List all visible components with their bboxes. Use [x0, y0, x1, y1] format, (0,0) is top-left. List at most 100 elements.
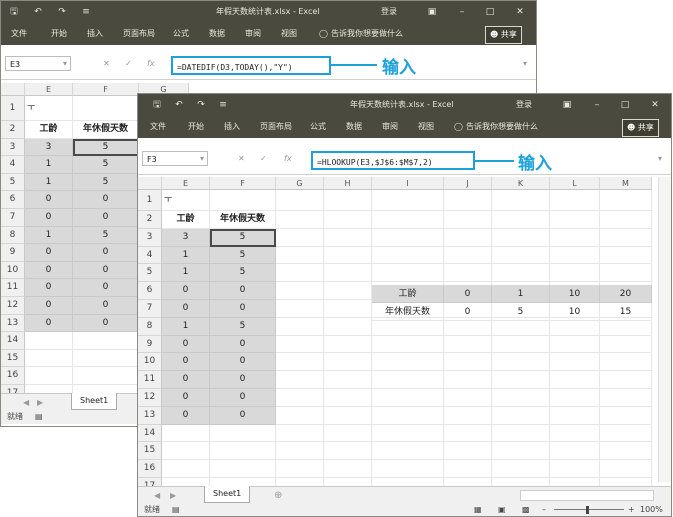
insert-function-icon[interactable]: fx — [284, 151, 292, 166]
empty-cell[interactable] — [492, 246, 550, 265]
column-header[interactable]: F — [210, 177, 276, 190]
empty-cell[interactable] — [324, 211, 372, 229]
seniority-cell[interactable]: 0 — [162, 389, 210, 407]
empty-cell[interactable] — [324, 389, 372, 407]
row-header[interactable]: 8 — [138, 317, 162, 336]
column-header[interactable]: G — [276, 177, 324, 190]
seniority-cell[interactable]: 0 — [25, 297, 73, 315]
empty-cell[interactable] — [550, 190, 600, 211]
empty-cell[interactable] — [600, 424, 652, 443]
lookup-row6-value[interactable]: 0 — [444, 285, 492, 303]
leave-days-cell[interactable]: 0 — [73, 279, 139, 297]
formula-input[interactable]: =DATEDIF(D3,TODAY(),"Y") — [171, 56, 331, 75]
tab-insert[interactable]: 插入 — [224, 116, 240, 138]
header-cell-leave-days[interactable]: 年休假天数 — [210, 211, 276, 229]
seniority-cell[interactable]: 3 — [162, 228, 210, 247]
seniority-cell[interactable]: 0 — [25, 244, 73, 262]
row-header[interactable]: 6 — [138, 282, 162, 300]
empty-cell[interactable] — [324, 282, 372, 300]
empty-cell[interactable] — [600, 264, 652, 283]
minimize-icon[interactable]: – — [451, 1, 473, 23]
maximize-icon[interactable]: □ — [479, 1, 501, 23]
lookup-row7-label[interactable]: 年休假天数 — [372, 303, 444, 321]
select-all-corner[interactable] — [1, 83, 25, 96]
seniority-cell[interactable]: 0 — [162, 353, 210, 372]
row-header[interactable]: 1 — [138, 190, 162, 211]
empty-cell[interactable] — [372, 406, 444, 425]
empty-cell[interactable] — [276, 246, 324, 265]
empty-cell[interactable] — [25, 367, 73, 385]
leave-days-cell[interactable]: 0 — [210, 353, 276, 372]
tab-formulas[interactable]: 公式 — [310, 116, 326, 138]
empty-cell[interactable] — [324, 353, 372, 372]
seniority-cell[interactable]: 0 — [162, 282, 210, 300]
empty-cell[interactable] — [372, 335, 444, 354]
empty-cell[interactable] — [492, 389, 550, 407]
leave-days-cell[interactable]: 0 — [210, 282, 276, 300]
page-layout-view-icon[interactable]: ▣ — [498, 503, 506, 516]
redo-icon[interactable]: ↷ — [51, 1, 73, 23]
tab-data[interactable]: 数据 — [346, 116, 362, 138]
leave-days-cell[interactable]: 5 — [73, 138, 139, 157]
save-icon[interactable]: 🖫 — [3, 1, 25, 23]
empty-cell[interactable] — [550, 211, 600, 229]
row-header[interactable]: 5 — [1, 173, 25, 192]
empty-cell[interactable] — [600, 246, 652, 265]
empty-cell[interactable] — [372, 190, 444, 211]
empty-cell[interactable] — [162, 460, 210, 478]
leave-days-cell[interactable]: 5 — [210, 246, 276, 265]
empty-cell[interactable] — [276, 460, 324, 478]
tab-review[interactable]: 审阅 — [382, 116, 398, 138]
macro-record-icon[interactable]: ▤ — [35, 410, 43, 424]
tab-home[interactable]: 开始 — [51, 23, 67, 45]
empty-cell[interactable] — [492, 371, 550, 389]
select-all-corner[interactable] — [138, 177, 162, 190]
column-header[interactable]: M — [600, 177, 652, 190]
empty-cell[interactable] — [372, 424, 444, 443]
seniority-cell[interactable]: 1 — [162, 264, 210, 283]
leave-days-cell[interactable]: 0 — [73, 209, 139, 227]
empty-cell[interactable] — [550, 371, 600, 389]
empty-cell[interactable] — [372, 442, 444, 461]
close-icon[interactable]: ✕ — [644, 94, 666, 116]
leave-days-cell[interactable]: 5 — [73, 173, 139, 192]
login-link[interactable]: 登录 — [516, 94, 532, 116]
undo-icon[interactable]: ↶ — [27, 1, 49, 23]
empty-cell[interactable] — [324, 264, 372, 283]
row-header[interactable]: 15 — [1, 349, 25, 368]
quick-access-customize-icon[interactable]: ≡ — [75, 1, 97, 23]
leave-days-cell[interactable]: 0 — [210, 335, 276, 354]
leave-days-cell[interactable]: 0 — [73, 314, 139, 333]
row-header[interactable]: 13 — [138, 406, 162, 425]
sheet-next-icon[interactable]: ▶ — [170, 488, 176, 503]
seniority-cell[interactable]: 0 — [162, 371, 210, 389]
empty-cell[interactable] — [444, 353, 492, 372]
empty-cell[interactable] — [324, 246, 372, 265]
empty-cell[interactable] — [372, 211, 444, 229]
formula-expand-icon[interactable]: ▾ — [523, 56, 527, 71]
empty-cell[interactable] — [444, 442, 492, 461]
empty-cell[interactable] — [600, 353, 652, 372]
empty-cell[interactable] — [444, 228, 492, 247]
seniority-cell[interactable]: 1 — [162, 246, 210, 265]
row-header[interactable]: 12 — [138, 389, 162, 407]
empty-cell[interactable] — [324, 371, 372, 389]
empty-cell[interactable] — [492, 460, 550, 478]
empty-cell[interactable] — [372, 264, 444, 283]
ribbon-display-icon[interactable]: ▣ — [421, 1, 443, 23]
empty-cell[interactable] — [276, 264, 324, 283]
lookup-row6-label[interactable]: 工龄 — [372, 285, 444, 303]
row-header[interactable]: 5 — [138, 264, 162, 283]
column-header[interactable]: L — [550, 177, 600, 190]
tab-view[interactable]: 视图 — [281, 23, 297, 45]
row-header[interactable]: 7 — [138, 300, 162, 318]
leave-days-cell[interactable]: 0 — [210, 389, 276, 407]
empty-cell[interactable] — [324, 406, 372, 425]
empty-cell[interactable] — [276, 406, 324, 425]
enter-icon[interactable]: ✓ — [125, 56, 132, 71]
name-box-dropdown-icon[interactable]: ▾ — [200, 151, 204, 166]
seniority-cell[interactable]: 3 — [25, 138, 73, 157]
row-header[interactable]: 4 — [1, 156, 25, 174]
empty-cell[interactable] — [492, 424, 550, 443]
column-header[interactable]: H — [324, 177, 372, 190]
